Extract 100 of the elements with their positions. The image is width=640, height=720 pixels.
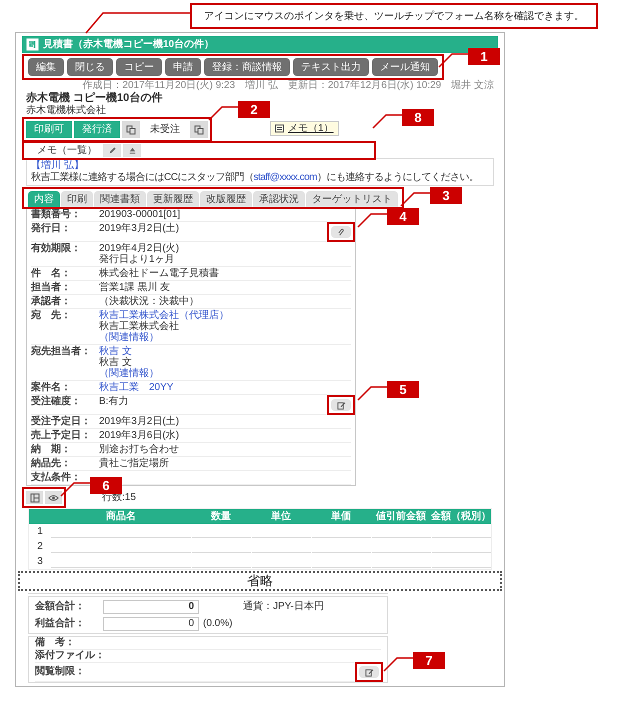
tab[interactable]: ターゲットリスト (306, 191, 398, 207)
paperclip-icon (336, 228, 346, 236)
column-header: 金額（税別） (431, 510, 491, 524)
field-label: 受注予定日： (31, 416, 92, 427)
callout-number: 4 (387, 208, 419, 225)
row-number: 3 (36, 555, 44, 569)
eye-icon (48, 494, 59, 502)
field-link[interactable]: 秋吉工業 20YY (99, 382, 174, 393)
callout-number: 1 (468, 48, 500, 65)
toolbar-button[interactable]: 登録：商談情報 (204, 58, 290, 76)
toolbar-button[interactable]: メール通知 (372, 58, 438, 76)
field-label: 受注確度： (31, 396, 82, 407)
toolbar-button[interactable]: 閉じる (67, 58, 113, 76)
field-label: 承認者： (31, 296, 72, 307)
field-label: 書類番号： (31, 209, 82, 220)
tab[interactable]: 改版履歴 (200, 191, 252, 207)
column-header: 単価 (330, 510, 352, 524)
edit-icon (336, 400, 346, 410)
memo-tab[interactable]: メモ（一覧） (33, 144, 101, 157)
field-value: 別途お打ち合わせ (99, 444, 179, 455)
document-title: 赤木電機 コピー機10台の件 (25, 92, 162, 104)
field-value: 営業1課 黒川 友 (99, 282, 170, 293)
callout-number: 5 (387, 381, 419, 398)
copy-button[interactable] (122, 121, 140, 138)
edit-icon (364, 668, 374, 676)
row-number: 1 (36, 525, 44, 539)
copy-icon (126, 124, 136, 134)
field-link[interactable]: 秋吉工業株式会社（代理店） (99, 310, 229, 321)
callout-number: 6 (90, 477, 122, 494)
memo-author: 【増川 弘】 (31, 160, 84, 172)
columns-button[interactable] (26, 491, 43, 504)
company-name: 赤木電機株式会社 (25, 105, 106, 117)
tab[interactable]: 更新履歴 (147, 191, 199, 207)
field-value: 秋吉工業株式会社 (99, 321, 179, 332)
field-value: （決裁状況：決裁中） (99, 296, 199, 307)
field-label: 有効期限： (31, 243, 82, 254)
tab[interactable]: 承認状況 (253, 191, 305, 207)
preview-button[interactable] (45, 491, 62, 504)
callout-number: 3 (430, 187, 462, 204)
field-label: 件 名： (31, 268, 72, 279)
field-label: 発行日： (31, 223, 72, 234)
callout-number: 7 (413, 652, 445, 669)
note-icon (275, 124, 284, 133)
total-note: 通貨：JPY-日本円 (243, 600, 324, 614)
toolbar-button[interactable]: 編集 (28, 58, 64, 76)
field-link[interactable]: （関連情報） (99, 332, 159, 343)
tooltip-note: アイコンにマウスのポインタを乗せ、ツールチップでフォーム名称を確認できます。 (190, 3, 598, 29)
tab[interactable]: 関連書類 (94, 191, 146, 207)
field-label: 納品先： (31, 458, 72, 469)
field-value: 発行日より1ヶ月 (99, 254, 175, 265)
total-field: 0 (103, 616, 199, 630)
field-value: 2019年3月2日(土) (99, 223, 180, 234)
field-label: 案件名： (31, 382, 72, 393)
field-link[interactable]: （関連情報） (99, 368, 159, 379)
window-title: 見積書（赤木電機コピー機10台の件） (43, 38, 214, 52)
field-value: 株式会社ドーム電子見積書 (99, 268, 219, 279)
field-label: 宛 先： (31, 310, 72, 321)
field-value: 2019年4月2日(火) (99, 243, 180, 254)
field-value: 貴社ご指定場所 (99, 458, 169, 469)
field-value: 2019年3月6日(水) (99, 430, 180, 441)
field-label: 納 期： (31, 444, 72, 455)
edit-memo-button[interactable] (103, 144, 121, 157)
copy-button[interactable] (190, 121, 208, 138)
tab[interactable]: 印刷 (61, 191, 93, 207)
email-link[interactable]: staff@xxxx.com (253, 172, 317, 183)
column-header: 数量 (210, 510, 232, 524)
copy-icon (194, 124, 204, 134)
toolbar-button[interactable]: テキスト出力 (293, 58, 369, 76)
toolbar-button[interactable]: 申請 (165, 58, 201, 76)
document-meta: 作成日：2017年11月20日(火) 9:23 増川 弘 更新日：2017年12月6日(水) 10:29 堀井 文涼 (81, 80, 495, 92)
field-link[interactable]: 秋吉 文 (99, 346, 132, 357)
field-label: 閲覧制限： (35, 666, 85, 678)
column-header: 商品名 (105, 509, 137, 524)
pencil-icon (108, 146, 116, 155)
field-value: 2019年3月2日(土) (99, 416, 180, 427)
total-label: 金額合計： (35, 600, 86, 614)
column-header: 単位 (270, 510, 292, 524)
row-number: 2 (36, 540, 44, 554)
field-label: 宛先担当者： (31, 346, 92, 357)
upload-memo-button[interactable] (123, 144, 141, 157)
callout-number: 2 (238, 101, 270, 118)
field-label: 添付ファイル： (35, 650, 105, 662)
memo-text: 秋吉工業様に連絡する場合にはCCにスタッフ部門（staff@xxxx.com）にも連絡するようにしてください。 (31, 172, 478, 184)
upload-icon (128, 146, 136, 155)
column-header: 値引前金額 (374, 510, 427, 524)
field-label: 売上予定日： (31, 430, 92, 441)
columns-icon (30, 492, 40, 502)
field-value: B:有力 (99, 396, 128, 407)
omitted-section: 省略 (18, 571, 502, 591)
total-label: 利益合計： (35, 616, 86, 631)
field-label: 担当者： (31, 282, 72, 293)
total-note: (0.0%) (203, 617, 232, 631)
toolbar-button[interactable]: コピー (116, 58, 162, 76)
field-value: 201903-00001[01] (99, 209, 180, 220)
memo-button[interactable]: メモ（1） (270, 121, 339, 136)
field-label: 備 考： (35, 637, 75, 649)
field-value: 秋吉 文 (99, 357, 132, 368)
memo-button-label: メモ（1） (288, 122, 334, 136)
field-label: 支払条件： (31, 472, 82, 483)
callout-number: 8 (402, 109, 434, 126)
